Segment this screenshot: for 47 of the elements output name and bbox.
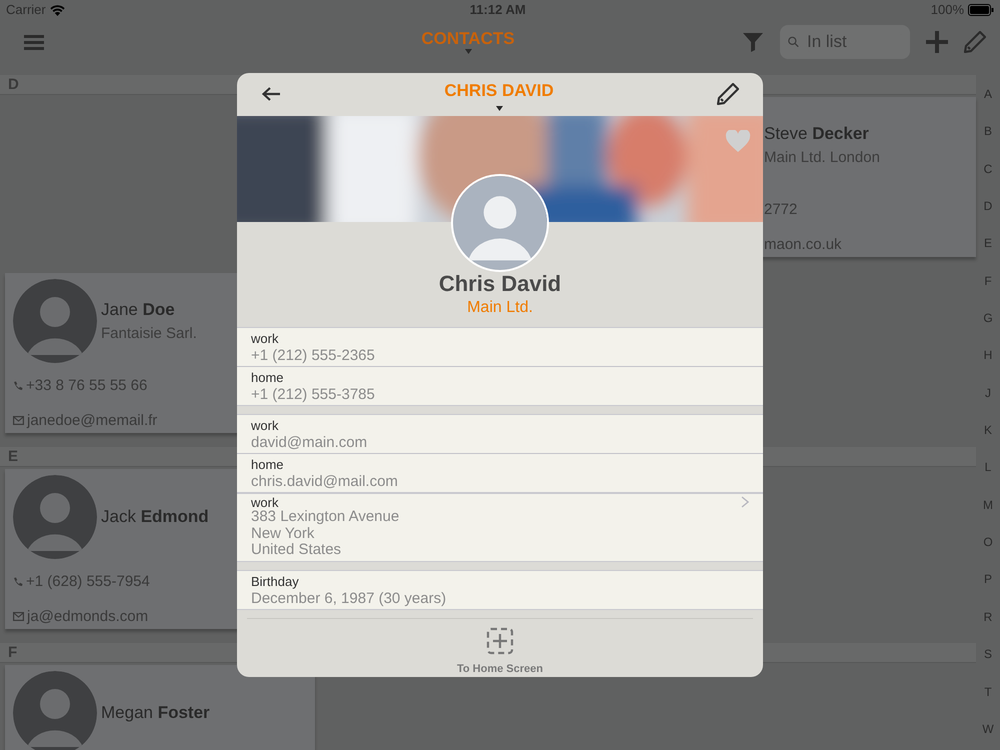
index-letter[interactable]: S <box>984 645 992 664</box>
contact-name: Jack Edmond <box>101 506 209 528</box>
field-label: Birthday <box>251 574 299 590</box>
phone-icon <box>13 577 23 588</box>
index-letter[interactable]: C <box>984 160 992 178</box>
field-value: +1 (212) 555-3785 <box>251 386 376 403</box>
field-value: +1 (212) 555-2365 <box>251 347 376 364</box>
field-label: home <box>251 370 284 386</box>
contacts-title-button[interactable]: CONTACTS <box>421 30 515 54</box>
filter-button[interactable] <box>742 30 764 54</box>
index-letter[interactable]: A <box>984 85 992 103</box>
index-letter[interactable]: G <box>983 309 993 328</box>
company-name: Main Ltd. <box>466 298 534 318</box>
phone-number: 2772 <box>764 200 798 220</box>
address-line: 383 Lexington Avenue <box>251 509 400 526</box>
envelope-icon <box>13 416 24 426</box>
dropdown-icon <box>496 106 502 111</box>
index-letter[interactable]: R <box>984 608 992 626</box>
address-line: United States <box>251 542 342 558</box>
search-icon <box>788 35 799 49</box>
edit-button[interactable] <box>717 82 739 106</box>
dropdown-icon <box>464 49 472 54</box>
index-letter[interactable]: B <box>984 122 992 140</box>
field-label: work <box>251 497 278 509</box>
email-address: ja@edmonds.com <box>27 606 148 626</box>
contact-name: Jane Doe <box>101 299 176 321</box>
field-label: work <box>251 418 278 434</box>
envelope-icon <box>13 612 24 622</box>
email-address: janedoe@memail.fr <box>27 410 158 430</box>
contact-name: Megan Foster <box>101 702 210 724</box>
add-to-home-icon <box>486 626 514 654</box>
battery-icon <box>968 4 994 16</box>
index-letter[interactable]: O <box>983 533 993 552</box>
index-letter[interactable]: M <box>983 496 993 514</box>
field-value: December 6, 1987 (30 years) <box>251 590 448 606</box>
address-line: New York <box>251 526 316 542</box>
contact-name: Steve Decker <box>764 123 870 145</box>
add-button[interactable] <box>926 30 948 54</box>
email-address: maon.co.uk <box>764 234 842 254</box>
index-letter[interactable]: W <box>982 720 994 738</box>
heart-icon[interactable] <box>725 130 751 153</box>
wifi-icon <box>50 4 65 16</box>
contact-name: Chris David <box>438 272 562 296</box>
field-label: work <box>251 331 278 347</box>
chevron-icon[interactable] <box>741 496 749 508</box>
field-value: chris.david@mail.com <box>251 473 399 490</box>
phone-icon <box>13 381 23 392</box>
